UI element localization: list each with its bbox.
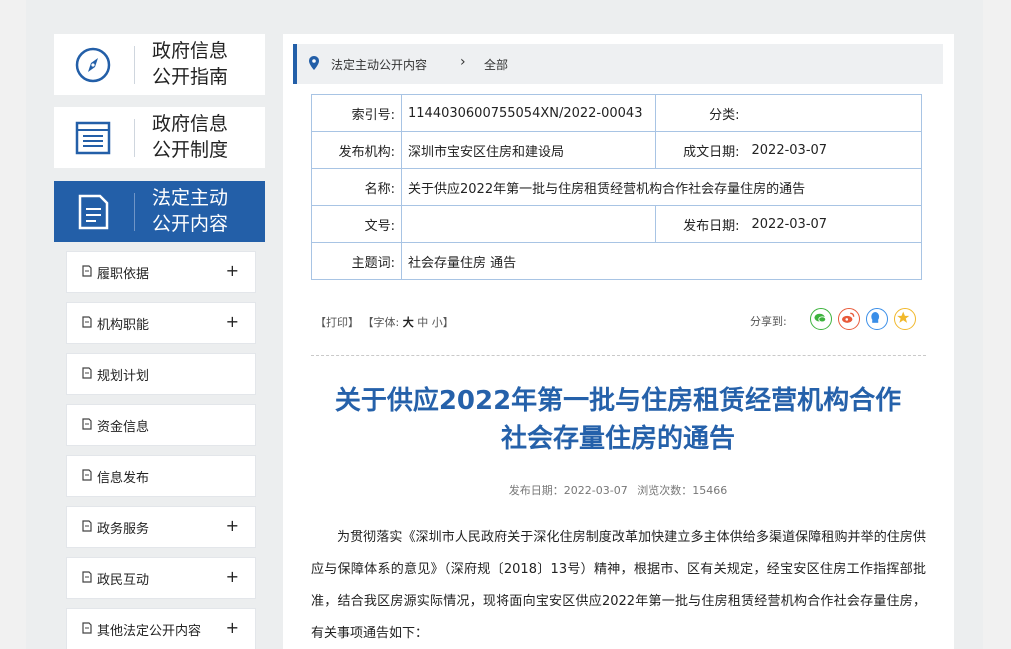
qzone-icon[interactable] (894, 308, 916, 330)
page-icon (82, 622, 92, 634)
guide-public-info-guide[interactable]: 政府信息 公开指南 (54, 34, 265, 95)
sidebar-menu-label: 其他法定公开内容 (97, 624, 202, 639)
doc-no-label: 文号: (311, 205, 402, 243)
category-label: 分类: (655, 94, 746, 132)
name-label: 名称: (311, 168, 402, 206)
breadcrumb: 法定主动公开内容 › 全部 (293, 44, 943, 84)
expand-icon[interactable]: + (226, 567, 239, 586)
guide-label: 政府信息 公开指南 (152, 40, 229, 88)
expand-icon[interactable]: + (226, 261, 239, 280)
guide-public-info-system[interactable]: 政府信息 公开制度 (54, 107, 265, 168)
divider (134, 119, 135, 157)
index-label: 索引号: (311, 94, 402, 132)
breadcrumb-separator: › (460, 54, 466, 70)
breadcrumb-current[interactable]: 全部 (484, 56, 508, 73)
divider (134, 46, 135, 84)
page-tools: 【打印】 【字体: 大 中 小】 (315, 314, 454, 330)
publish-date-value: 2022-03-07 (745, 205, 922, 243)
article-title: 关于供应2022年第一批与住房租赁经营机构合作 社会存量住房的通告 (334, 386, 902, 454)
sidebar-menu-item[interactable]: 履职依据 + (66, 251, 256, 293)
doc-no-value (401, 205, 656, 243)
font-large-button[interactable]: 大 (403, 316, 414, 329)
page-icon (82, 418, 92, 430)
sidebar-menu-label: 规划计划 (97, 369, 150, 384)
sidebar-menu-item[interactable]: 资金信息 (66, 404, 256, 446)
date-written-value: 2022-03-07 (745, 131, 922, 169)
qq-icon[interactable] (866, 308, 888, 330)
divider (134, 193, 135, 231)
date-written-label: 成文日期: (655, 131, 746, 169)
print-button[interactable]: 【打印】 (315, 316, 359, 329)
sidebar-menu-item[interactable]: 其他法定公开内容 + (66, 608, 256, 649)
sidebar-menu-item[interactable]: 政民互动 + (66, 557, 256, 599)
font-medium-button[interactable]: 中 (417, 316, 428, 329)
sidebar-menu-label: 政民互动 (97, 573, 150, 588)
sidebar-menu-item[interactable]: 信息发布 (66, 455, 256, 497)
sidebar-menu-item[interactable]: 机构职能 + (66, 302, 256, 344)
sidebar-menu-item[interactable]: 规划计划 (66, 353, 256, 395)
keywords-label: 主题词: (311, 242, 402, 280)
font-small-button[interactable]: 小】 (432, 316, 454, 329)
guide-label: 法定主动 公开内容 (152, 187, 229, 235)
name-value: 关于供应2022年第一批与住房租赁经营机构合作社会存量住房的通告 (401, 168, 922, 206)
org-value: 深圳市宝安区住房和建设局 (401, 131, 656, 169)
page-icon (82, 520, 92, 532)
article-info: 发布日期：2022-03-07 浏览次数：15466 (303, 482, 933, 498)
org-label: 发布机构: (311, 131, 402, 169)
publish-date-info: 发布日期：2022-03-07 (508, 484, 628, 497)
publish-date-label: 发布日期: (655, 205, 746, 243)
keywords-value: 社会存量住房 通告 (401, 242, 922, 280)
view-count-info: 浏览次数：15466 (637, 484, 728, 497)
index-value: 1144030600755054XN/2022-00043 (401, 94, 656, 132)
page-icon (82, 367, 92, 379)
expand-icon[interactable]: + (226, 516, 239, 535)
share-bar: 分享到: (750, 308, 925, 332)
page-icon (82, 316, 92, 328)
document-icon (78, 194, 109, 230)
expand-icon[interactable]: + (226, 618, 239, 637)
wechat-icon[interactable] (810, 308, 832, 330)
guide-statutory-public-content[interactable]: 法定主动 公开内容 (54, 181, 265, 242)
font-size-label: 【字体: (362, 316, 400, 329)
sidebar-menu-item[interactable]: 政务服务 + (66, 506, 256, 548)
main-content: 法定主动公开内容 › 全部 索引号: 1144030600755054XN/20… (283, 34, 954, 649)
page-icon (82, 571, 92, 583)
sidebar-menu-label: 资金信息 (97, 420, 150, 435)
page-icon (82, 265, 92, 277)
breadcrumb-section[interactable]: 法定主动公开内容 (331, 56, 427, 73)
sidebar-menu-label: 机构职能 (97, 318, 150, 333)
sidebar-menu-label: 信息发布 (97, 471, 150, 486)
document-list-icon (75, 121, 111, 155)
share-label: 分享到: (750, 315, 787, 328)
sidebar-menu-label: 履职依据 (97, 267, 150, 282)
weibo-icon[interactable] (838, 308, 860, 330)
divider (311, 355, 926, 356)
document-metadata-table: 索引号: 1144030600755054XN/2022-00043 分类: 发… (311, 94, 922, 280)
category-value (745, 94, 922, 132)
expand-icon[interactable]: + (226, 312, 239, 331)
guide-label: 政府信息 公开制度 (152, 113, 229, 161)
sidebar-menu-label: 政务服务 (97, 522, 150, 537)
compass-icon (75, 47, 111, 83)
page-icon (82, 469, 92, 481)
article-body: 为贯彻落实《深圳市人民政府关于深化住房制度改革加快建立多主体供给多渠道保障租购并… (311, 530, 926, 641)
location-pin-icon (309, 56, 319, 70)
